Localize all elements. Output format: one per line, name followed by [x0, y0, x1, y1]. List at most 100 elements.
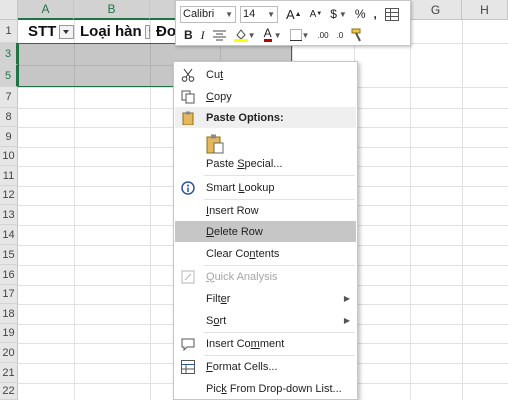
- column-header-h[interactable]: H: [462, 0, 508, 20]
- row-header-20[interactable]: 20: [0, 343, 18, 363]
- copy-icon: [180, 89, 196, 105]
- menu-item-smart-lookup[interactable]: Smart Lookup: [175, 177, 356, 198]
- increase-decimal-button[interactable]: .00: [317, 31, 328, 40]
- label-part: Cu: [206, 68, 221, 81]
- column-header-b[interactable]: B: [74, 0, 150, 20]
- menu-item-filter[interactable]: Filter ▶: [175, 288, 356, 309]
- row-header-13[interactable]: 13: [0, 205, 18, 225]
- comment-icon: [180, 336, 196, 352]
- row-header-18[interactable]: 18: [0, 304, 18, 324]
- label-accel: D: [206, 225, 214, 238]
- italic-button[interactable]: I: [201, 28, 205, 43]
- label-accel: F: [206, 360, 213, 373]
- percent-button[interactable]: %: [355, 7, 366, 21]
- label-part: uick Analysis: [214, 270, 278, 283]
- chevron-down-icon: ▼: [267, 9, 275, 19]
- format-cells-icon: [180, 359, 196, 375]
- borders-icon: [289, 29, 302, 41]
- decrease-decimal-button[interactable]: .0: [337, 31, 344, 40]
- menu-item-pick-from-dropdown[interactable]: Pick From Drop-down List...: [175, 378, 356, 399]
- format-table-button[interactable]: [384, 7, 399, 21]
- menu-item-clear-contents[interactable]: Clear Contents: [175, 243, 356, 264]
- table-format-icon: [384, 7, 399, 21]
- shrink-font-button[interactable]: A ▼: [310, 9, 323, 20]
- scissors-icon: [180, 67, 196, 83]
- row-header-22[interactable]: 22: [0, 383, 18, 400]
- font-size-box[interactable]: 14 ▼: [240, 5, 278, 23]
- label-accel: m: [250, 337, 260, 350]
- row-header-17[interactable]: 17: [0, 285, 18, 304]
- label-part: Insert Co: [206, 337, 251, 350]
- label-part: ment: [259, 337, 285, 350]
- select-all-corner[interactable]: [0, 0, 18, 20]
- row-header-15[interactable]: 15: [0, 245, 18, 265]
- font-name-value: Calibri: [183, 8, 215, 20]
- row-header-3[interactable]: 3: [0, 43, 18, 65]
- font-color-icon: A: [263, 26, 272, 42]
- row-header-11[interactable]: 11: [0, 166, 18, 186]
- label-part: elete Row: [213, 225, 263, 238]
- row-header-14[interactable]: 14: [0, 225, 18, 245]
- align-center-button[interactable]: [212, 30, 226, 41]
- submenu-arrow-icon: ▶: [343, 294, 350, 303]
- filter-dropdown-a[interactable]: [59, 24, 74, 39]
- menu-item-sort[interactable]: Sort ▶: [175, 310, 356, 331]
- row-header-16[interactable]: 16: [0, 265, 18, 285]
- row-header-10[interactable]: 10: [0, 147, 18, 166]
- label-part: Paste: [206, 157, 238, 170]
- row-header-5[interactable]: 5: [0, 65, 18, 87]
- decrease-decimal-icon: .0: [336, 30, 344, 40]
- menu-item-paste-special[interactable]: Paste Special...: [175, 153, 356, 174]
- menu-item-insert-row[interactable]: Insert Row: [175, 200, 356, 221]
- menu-header-paste-options: Paste Options:: [175, 107, 356, 128]
- label-accel: t: [220, 68, 224, 81]
- menu-item-cut[interactable]: Cut: [175, 64, 356, 85]
- label-part: opy: [213, 90, 232, 103]
- font-name-box[interactable]: Calibri ▼: [180, 5, 236, 23]
- increase-decimal-icon: .00: [317, 30, 329, 40]
- label-part: Clear Co: [206, 247, 250, 260]
- menu-item-format-cells[interactable]: Format Cells...: [175, 356, 356, 377]
- grow-font-button[interactable]: A ▲: [286, 7, 302, 22]
- cell-b1-text: Loại hàn: [80, 23, 142, 40]
- chevron-down-icon: ▼: [225, 9, 233, 19]
- label-part: r: [226, 292, 231, 305]
- currency-button[interactable]: $ ▼: [330, 7, 347, 21]
- menu-item-quick-analysis[interactable]: Quick Analysis: [175, 266, 356, 287]
- row-header-7[interactable]: 7: [0, 87, 18, 108]
- paste-clipboard-icon: [205, 133, 225, 155]
- font-color-button[interactable]: A ▼: [263, 26, 282, 42]
- label-part: From Drop-down List...: [226, 382, 342, 395]
- label-part: ookup: [244, 181, 275, 194]
- bold-button[interactable]: B: [184, 28, 193, 42]
- clipboard-icon: [180, 110, 196, 126]
- row-header-12[interactable]: 12: [0, 186, 18, 205]
- cell-b1[interactable]: Loại hàn: [74, 20, 150, 43]
- label-part: Filt: [206, 292, 221, 305]
- menu-item-insert-comment[interactable]: Insert Comment: [175, 333, 356, 354]
- column-header-a[interactable]: A: [18, 0, 74, 20]
- menu-item-copy[interactable]: Copy: [175, 86, 356, 107]
- context-menu: Cut Copy Paste Options: Paste Special...…: [173, 61, 358, 400]
- smart-lookup-icon: [180, 180, 196, 196]
- row-header-21[interactable]: 21: [0, 363, 18, 383]
- cell-a1-text: STT: [28, 23, 57, 40]
- fill-color-button[interactable]: ▼: [233, 28, 256, 42]
- label-part: Smart: [206, 181, 239, 194]
- row-header-8[interactable]: 8: [0, 108, 18, 127]
- label-part: Pic: [206, 382, 222, 395]
- comma-style-button[interactable]: ,: [374, 7, 377, 21]
- paint-bucket-icon: [233, 29, 248, 42]
- format-painter-button[interactable]: [351, 28, 365, 42]
- shrink-font-icon: A: [309, 8, 317, 20]
- row-header-1[interactable]: 1: [0, 20, 18, 43]
- cell-a1[interactable]: STT: [18, 20, 74, 43]
- borders-button[interactable]: ▼: [289, 29, 309, 41]
- label-part: ormat Cells...: [212, 360, 278, 373]
- label-accel: S: [237, 157, 245, 170]
- row-header-19[interactable]: 19: [0, 324, 18, 343]
- menu-item-delete-row[interactable]: Delete Row: [175, 221, 356, 242]
- paste-options-label: Paste Options:: [206, 111, 284, 124]
- column-header-g[interactable]: G: [410, 0, 462, 20]
- row-header-9[interactable]: 9: [0, 127, 18, 147]
